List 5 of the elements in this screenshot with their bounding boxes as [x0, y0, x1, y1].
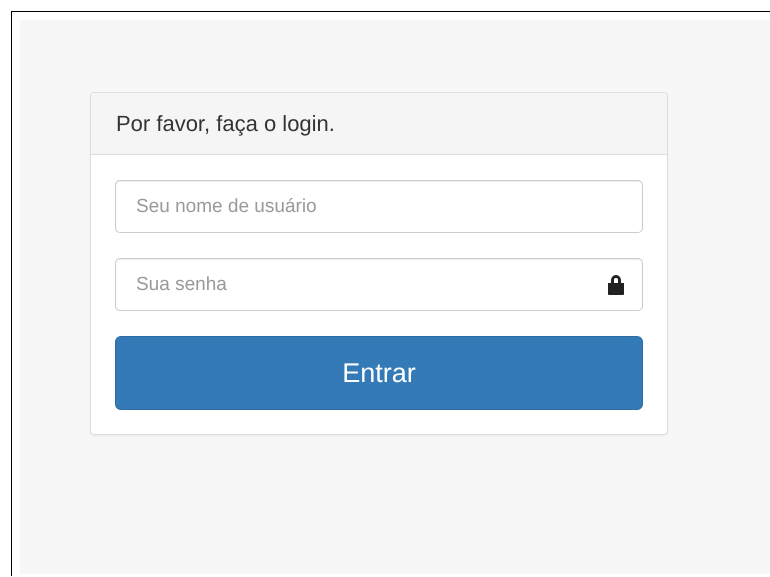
- lock-icon: [606, 274, 626, 295]
- panel-title: Por favor, faça o login.: [116, 110, 335, 136]
- input-field[interactable]: Sua senha: [115, 258, 643, 311]
- login-button[interactable]: Entrar: [115, 336, 643, 410]
- input-field[interactable]: Seu nome de usuário: [115, 180, 643, 233]
